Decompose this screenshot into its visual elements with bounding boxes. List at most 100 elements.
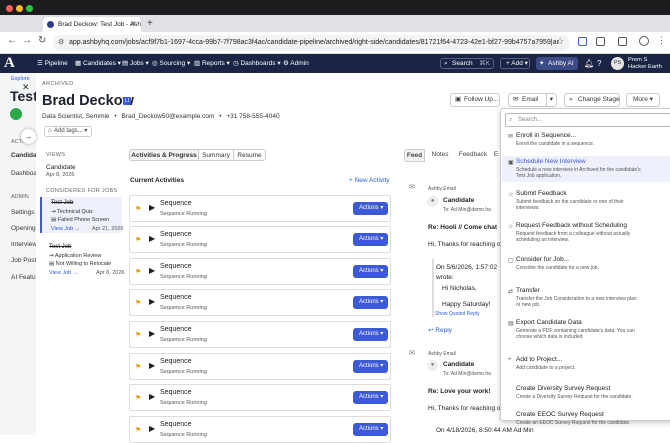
actions-button[interactable]: Actions ▾ [353,296,388,309]
candidate-phone[interactable]: +31 758-555-4040 [226,113,279,120]
menu-item-request-feedback[interactable]: ☆ Request Feedback without Scheduling Requ… [502,220,670,246]
play-icon[interactable]: ▶ [149,203,155,212]
zoom-window-button[interactable] [26,5,33,12]
activity-row[interactable]: ⚑ ▶ Sequence Sequence Running Actions ▾ [129,353,391,380]
job-card[interactable]: Test Job ⇥ Technical Quiz ▤ Failed Phone… [40,197,124,233]
add-button[interactable]: + Add ▾ [500,58,530,69]
email-button[interactable]: ✉ Email ▾ [508,93,557,107]
bookmark-star-icon[interactable]: ☆ [556,36,564,47]
candidate-role: Data Scientist, Semmle [42,113,110,120]
actions-button[interactable]: Actions ▾ [353,423,388,436]
bg-nav-openings[interactable]: Openings [11,225,39,232]
activity-row[interactable]: ⚑ ▶ Sequence Sequence Running Actions ▾ [129,226,391,253]
extensions-puzzle-icon[interactable] [596,37,605,46]
linkedin-badge-icon[interactable]: LI [123,97,131,105]
nav-dashboards[interactable]: ◷ Dashboards ▾ [233,54,281,73]
activity-row[interactable]: ⚑ ▶ Sequence Sequence Running Actions ▾ [129,321,391,348]
play-icon[interactable]: ▶ [149,361,155,370]
reload-icon[interactable]: ↻ [38,35,46,46]
menu-item-enroll-in-sequence[interactable]: ✉ Enroll in Sequence... Enroll the candida… [502,130,670,156]
chevron-down-icon[interactable]: ▾ [545,94,553,106]
play-icon[interactable]: ▶ [149,424,155,433]
view-job-link[interactable]: View Job → [51,226,80,232]
view-candidate[interactable]: Candidate [46,164,76,171]
tab-notes[interactable]: Notes [428,149,452,162]
ashby-ai-button[interactable]: ✦ Ashby AI [536,57,578,70]
play-icon[interactable]: ▶ [149,297,155,306]
nav-candidates[interactable]: ▦ Candidates ▾ [75,54,121,73]
bg-nav-settings[interactable]: Settings [11,209,35,216]
browser-tab[interactable]: Brad Deckow: Test Job - Ash ✕ [43,17,141,32]
activity-row[interactable]: ⚑ ▶ Sequence Sequence Running Actions ▾ [129,289,391,316]
minimize-window-button[interactable] [16,5,23,12]
actions-button[interactable]: Actions ▾ [353,265,388,278]
nav-pipeline[interactable]: ☰ Pipeline [37,54,68,73]
bg-nav-interview[interactable]: Interview [11,241,37,248]
menu-item-schedule-new-interview[interactable]: ▣ Schedule New Interview Schedule a new in… [502,156,670,182]
view-job-link[interactable]: View Job → [49,270,78,276]
menu-item-add-to-project[interactable]: + Add to Project... Add candidate to a pro… [502,354,670,380]
reply-button[interactable]: ↩ Reply [428,326,452,334]
back-arrow-icon[interactable]: ← [7,35,17,46]
add-tags-button[interactable]: ⌂ Add tags... ▾ [44,126,92,137]
sidebar-toggle-icon[interactable] [618,37,627,46]
nav-jobs[interactable]: ▤ Jobs ▾ [122,54,149,73]
bg-nav-dashboards[interactable]: Dashboa [11,170,37,177]
play-icon[interactable]: ▶ [149,392,155,401]
bg-nav-ai-features[interactable]: AI Featur [11,274,38,281]
actions-button[interactable]: Actions ▾ [353,391,388,404]
forward-arrow-icon[interactable]: → [22,35,32,46]
menu-item-consider-for-job[interactable]: ▢ Consider for Job... Consider the candida… [502,254,670,280]
actions-button[interactable]: Actions ▾ [353,202,388,215]
profile-icon[interactable] [639,36,649,46]
tab-feedback[interactable]: Feedback [455,149,491,162]
nav-sourcing[interactable]: ◎ Sourcing ▾ [152,54,190,73]
menu-item-create-eeoc-survey[interactable]: Create EEOC Survey Request Create an EEOC… [502,409,670,435]
user-menu[interactable]: Prem S Hacker Earth [628,57,662,70]
tab-activities-progress[interactable]: Activities & Progress [129,149,199,161]
candidate-email[interactable]: Brad_Deckow50@example.com [121,113,214,120]
close-panel-icon[interactable]: ✕ [22,82,30,93]
help-icon[interactable]: ? [597,54,601,73]
new-tab-icon[interactable]: + [147,15,153,32]
url-bar[interactable]: ⚙ app.ashbyhq.com/jobs/acf9f7b1-1697-4cc… [53,35,570,51]
activity-row[interactable]: ⚑ ▶ Sequence Sequence Running Actions ▾ [129,416,391,443]
activity-row[interactable]: ⚑ ▶ Sequence Sequence Running Actions ▾ [129,258,391,285]
bg-nav-candidates[interactable]: Candidat [11,152,39,159]
change-stage-button[interactable]: » Change Stage [564,93,620,107]
tab-summary[interactable]: Summary [198,149,234,161]
close-window-button[interactable] [6,5,13,12]
browser-menu-icon[interactable]: ⋮ [657,35,666,46]
actions-button[interactable]: Actions ▾ [353,328,388,341]
play-icon[interactable]: ▶ [149,329,155,338]
menu-item-export-candidate-data[interactable]: ▤ Export Candidate Data Generate a PDF con… [502,317,670,343]
extension-icon[interactable] [578,37,587,46]
activity-row[interactable]: ⚑ ▶ Sequence Sequence Running Actions ▾ [129,195,391,222]
close-tab-icon[interactable]: ✕ [130,17,136,32]
nav-admin[interactable]: ⚙ Admin [283,54,309,73]
menu-item-transfer[interactable]: ⇄ Transfer Transfer the Job Consideration … [502,285,670,311]
site-info-icon[interactable]: ⚙ [58,35,64,51]
tab-resume[interactable]: Resume [233,149,266,161]
play-icon[interactable]: ▶ [149,234,155,243]
notifications-bell-icon[interactable]: 🔔︎ [584,54,594,73]
follow-up-button[interactable]: ▣ Follow Up... [450,93,500,107]
user-avatar[interactable]: PS [611,57,624,70]
actions-button[interactable]: Actions ▾ [353,360,388,373]
tab-emails[interactable]: E [492,149,500,162]
nav-reports[interactable]: ▥ Reports ▾ [194,54,230,73]
menu-item-create-diversity-survey[interactable]: Create Diversity Survey Request Create a … [502,383,670,409]
next-candidate-arrow-icon[interactable]: → [21,129,36,144]
job-card[interactable]: Test Job ⇥ Application Review ▤ Not Will… [40,241,124,277]
show-quoted-reply-link[interactable]: Show Quoted Reply [435,311,479,317]
more-button[interactable]: More ▾ [626,93,660,107]
menu-search-input[interactable]: ⌕ Search... [505,113,670,127]
activity-row[interactable]: ⚑ ▶ Sequence Sequence Running Actions ▾ [129,384,391,411]
actions-button[interactable]: Actions ▾ [353,233,388,246]
ashby-logo[interactable]: A [4,55,15,72]
menu-item-submit-feedback[interactable]: ☆ Submit Feedback Submit feedback on the c… [502,188,670,214]
new-activity-button[interactable]: + New Activity [349,177,390,184]
global-search-button[interactable]: ⌕ Search ⌘K [440,58,494,69]
tab-feed[interactable]: Feed [404,149,425,162]
play-icon[interactable]: ▶ [149,266,155,275]
